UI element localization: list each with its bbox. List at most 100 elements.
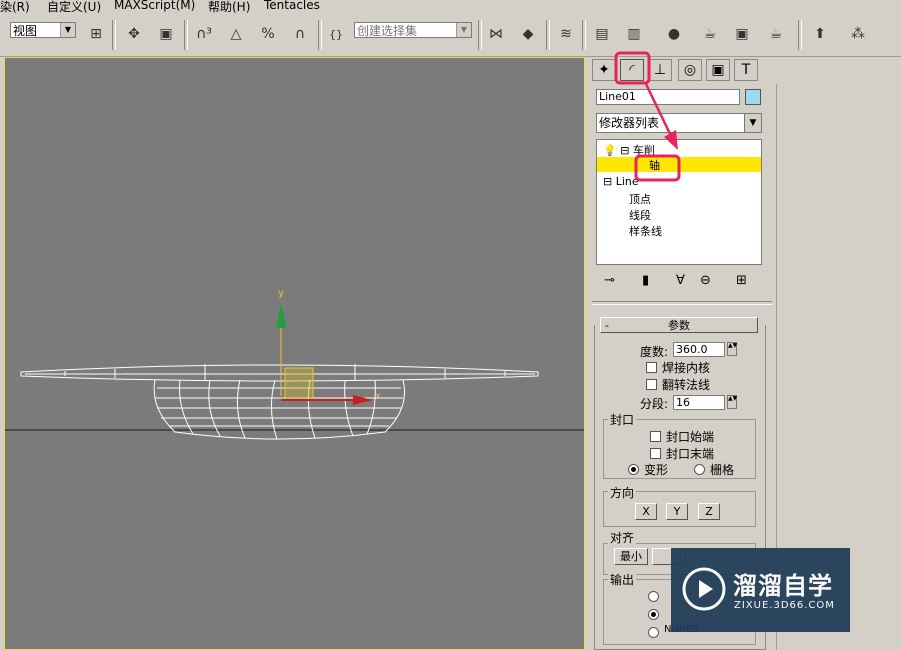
chevron-down-icon: ▼	[456, 23, 471, 37]
modifier-list-dropdown[interactable]: 修改器列表 ▼	[596, 113, 762, 133]
object-name-field[interactable]: Line01	[596, 89, 740, 105]
remove-modifier-icon[interactable]: ⊖	[700, 273, 711, 288]
stack-item-axis-highlight[interactable]: 轴	[597, 157, 761, 172]
mirror-icon[interactable]: ⋈	[484, 22, 508, 46]
object-name-value: Line01	[599, 90, 636, 103]
manipulate-icon[interactable]: ✥	[122, 22, 146, 46]
viewport-canvas	[5, 303, 584, 440]
align-icon[interactable]: ◆	[516, 22, 540, 46]
stack-item-line[interactable]: ⊟ Line	[603, 175, 639, 188]
menu-maxscript[interactable]: MAXScript(M)	[114, 0, 195, 12]
menu-render[interactable]: 染(R)	[0, 0, 30, 15]
schematic-view-icon[interactable]: ▥	[622, 22, 646, 46]
toolbar-divider	[798, 20, 802, 50]
export-icon[interactable]: ⬆	[808, 22, 832, 46]
cap-end-checkbox[interactable]	[650, 448, 661, 459]
tab-display[interactable]: ▣	[706, 59, 730, 81]
toolbar-divider	[318, 20, 322, 50]
segments-input[interactable]: 16	[673, 395, 725, 410]
modifier-stack[interactable]: 💡 ⊟ 车削 轴 ⊟ Line 顶点 线段 样条线	[596, 139, 762, 265]
percent-snap-icon[interactable]: %	[256, 22, 280, 46]
edit-named-selection-icon[interactable]: {}	[324, 22, 348, 46]
align-min-button[interactable]: 最小	[614, 548, 648, 565]
named-selection-combo[interactable]: 创建选择集 ▼	[354, 22, 472, 38]
modifier-list-label: 修改器列表	[599, 116, 660, 130]
menu-tentacles[interactable]: Tentacles	[264, 0, 320, 12]
layer-manager-icon[interactable]: ≋	[554, 22, 578, 46]
watermark: 溜溜自学 ZIXUE.3D66.COM	[671, 548, 850, 632]
render-scene-icon[interactable]: ☕	[698, 22, 722, 46]
menu-help[interactable]: 帮助(H)	[208, 0, 250, 15]
pin-stack-icon[interactable]: ⊸	[604, 273, 615, 288]
spinner-snap-icon[interactable]: ∩	[288, 22, 312, 46]
x-axis-arrow	[353, 395, 373, 405]
output-patch-radio[interactable]	[648, 591, 659, 602]
flip-normals-checkbox[interactable]	[646, 379, 657, 390]
degrees-input[interactable]: 360.0	[673, 342, 725, 357]
align-title: 对齐	[608, 529, 637, 546]
make-unique-icon[interactable]: ∀	[676, 273, 685, 288]
lightbulb-icon: 💡	[603, 144, 617, 157]
cap-start-checkbox[interactable]	[650, 431, 661, 442]
stack-lathe-label: 车削	[632, 144, 655, 157]
tab-motion[interactable]: ◎	[678, 59, 702, 81]
chevron-down-icon: ▼	[744, 114, 761, 132]
particle-icon[interactable]: ⁂	[846, 22, 870, 46]
reference-coordinate-combo[interactable]: 视图 ▼	[10, 22, 76, 38]
stack-item-vertex[interactable]: 顶点	[629, 191, 651, 207]
stack-item-lathe[interactable]: 💡 ⊟ 车削	[603, 142, 655, 158]
star-icon: ✦	[598, 62, 610, 78]
direction-x-button[interactable]: X	[635, 503, 657, 520]
material-editor-icon[interactable]: ●	[662, 22, 686, 46]
grid-label: 栅格	[710, 463, 735, 477]
tab-create[interactable]: ✦	[592, 59, 616, 81]
stack-axis-label: 轴	[649, 159, 660, 172]
gizmo-box	[284, 367, 314, 401]
panel-divider	[592, 301, 772, 305]
watermark-title: 溜溜自学	[733, 572, 833, 600]
hierarchy-icon: ⊥	[653, 62, 667, 78]
angle-snap-icon[interactable]: △	[224, 22, 248, 46]
menu-customize[interactable]: 自定义(U)	[47, 0, 101, 15]
degrees-spinner[interactable]: ▲▼	[727, 342, 737, 356]
object-color-swatch[interactable]	[745, 89, 761, 105]
direction-title: 方向	[608, 484, 637, 501]
degrees-label: 度数:	[640, 345, 669, 359]
segments-value: 16	[676, 396, 690, 409]
toolbar-divider	[546, 20, 550, 50]
watermark-logo-icon	[682, 567, 726, 611]
snap-toggle-icon[interactable]: ∩³	[192, 22, 216, 46]
output-nurbs-radio[interactable]	[648, 627, 659, 638]
stack-item-spline[interactable]: 样条线	[629, 223, 662, 239]
track-view-icon[interactable]: ▤	[590, 22, 614, 46]
stack-line-label: Line	[615, 175, 639, 188]
render-frame-icon[interactable]: ▣	[730, 22, 754, 46]
capping-title: 封口	[608, 411, 637, 428]
pivot-center-icon[interactable]: ⊞	[84, 22, 108, 46]
grid-radio[interactable]	[694, 464, 705, 475]
output-title: 输出	[608, 571, 637, 588]
main-toolbar: 视图 ▼ ⊞ ✥ ▣ ∩³ △ % ∩ {} 创建选择集 ▼ ⋈ ◆ ≋ ▤ ▥…	[0, 14, 901, 57]
weld-core-checkbox[interactable]	[646, 362, 657, 373]
output-mesh-radio[interactable]	[648, 609, 659, 620]
stack-segment-label: 线段	[629, 209, 651, 222]
show-end-result-icon[interactable]: ▮	[642, 273, 649, 288]
flip-normals-label: 翻转法线	[662, 378, 711, 392]
tab-modify[interactable]: ◜	[620, 59, 644, 81]
degrees-value: 360.0	[676, 343, 708, 356]
segments-spinner[interactable]: ▲▼	[727, 395, 737, 409]
quick-render-icon[interactable]: ☕	[764, 22, 788, 46]
configure-sets-icon[interactable]: ⊞	[736, 273, 747, 288]
direction-z-button[interactable]: Z	[698, 503, 720, 520]
morph-radio[interactable]	[628, 464, 639, 475]
keyboard-shortcut-icon[interactable]: ▣	[154, 22, 178, 46]
tab-hierarchy[interactable]: ⊥	[648, 59, 672, 81]
tab-utilities[interactable]: T	[734, 59, 758, 81]
stack-item-segment[interactable]: 线段	[629, 207, 651, 223]
direction-y-button[interactable]: Y	[666, 503, 688, 520]
front-viewport[interactable]: y x	[4, 57, 585, 650]
menu-bar: 染(R) 自定义(U) MAXScript(M) 帮助(H) Tentacles	[0, 0, 901, 14]
stack-vertex-label: 顶点	[629, 193, 651, 206]
modify-arc-icon: ◜	[629, 62, 635, 78]
named-selection-placeholder: 创建选择集	[357, 24, 418, 38]
